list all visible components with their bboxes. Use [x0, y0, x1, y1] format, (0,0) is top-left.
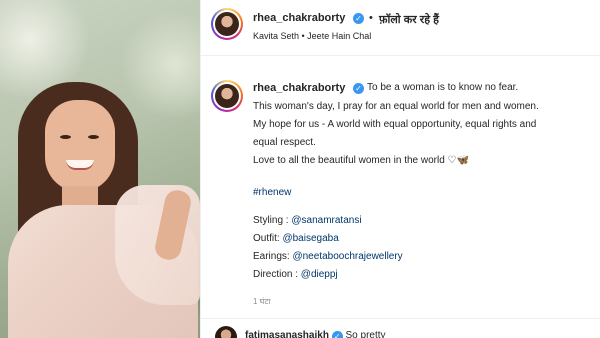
post-panel: rhea_chakraborty ✓ • फ़ॉलो कर रहे हैं Ka… — [200, 0, 600, 338]
credit-handle-link[interactable]: @dieppj — [301, 269, 338, 280]
background-blur — [120, 10, 200, 120]
post-header: rhea_chakraborty ✓ • फ़ॉलो कर रहे हैं Ka… — [201, 0, 600, 56]
hashtag-link[interactable]: #rhenew — [253, 186, 291, 200]
verified-badge-icon: ✓ — [353, 13, 364, 24]
photo-face — [45, 100, 115, 192]
credit-label: Styling : — [253, 215, 292, 226]
caption-avatar[interactable] — [211, 80, 243, 112]
credit-row: Outfit: @baisegaba — [253, 232, 339, 246]
verified-badge-icon: ✓ — [353, 83, 364, 94]
comment-row: fatimasanashaikh ✓ So pretty — [245, 330, 386, 338]
audio-track-link[interactable]: Kavita Seth • Jeete Hain Chal — [253, 31, 371, 41]
credit-row: Styling : @sanamratansi — [253, 214, 362, 228]
credit-row: Direction : @dieppj — [253, 268, 338, 282]
commenter-avatar[interactable] — [215, 326, 237, 338]
caption-first-line: To be a woman is to know no fear. — [367, 82, 519, 93]
caption-line: Love to all the beautiful women in the w… — [253, 155, 469, 166]
credit-label: Earings: — [253, 251, 293, 262]
comment-text: So pretty — [345, 330, 386, 338]
post-timestamp[interactable]: 1 घंटा — [253, 296, 271, 307]
separator-dot: • — [369, 12, 373, 24]
photo-eye — [60, 135, 71, 139]
caption-line: This woman's day, I pray for an equal wo… — [253, 101, 539, 112]
post-photo[interactable] — [0, 0, 200, 338]
caption-line: equal respect. — [253, 137, 316, 148]
photo-eye — [88, 135, 99, 139]
credit-label: Direction : — [253, 269, 301, 280]
profile-avatar[interactable] — [211, 8, 243, 40]
credit-handle-link[interactable]: @baisegaba — [282, 233, 338, 244]
credit-handle-link[interactable]: @sanamratansi — [291, 215, 361, 226]
header-username[interactable]: rhea_chakraborty — [253, 12, 345, 24]
credit-label: Outfit: — [253, 233, 283, 244]
divider — [201, 318, 600, 319]
credit-row: Earings: @neetaboochrajewellery — [253, 250, 403, 264]
verified-badge-icon: ✓ — [331, 331, 343, 338]
credit-handle-link[interactable]: @neetaboochrajewellery — [292, 251, 402, 262]
caption-line: My hope for us - A world with equal oppo… — [253, 119, 537, 130]
comment-username[interactable]: fatimasanashaikh — [245, 330, 329, 338]
caption-username[interactable]: rhea_chakraborty — [253, 82, 345, 94]
following-button[interactable]: फ़ॉलो कर रहे हैं — [379, 12, 439, 27]
